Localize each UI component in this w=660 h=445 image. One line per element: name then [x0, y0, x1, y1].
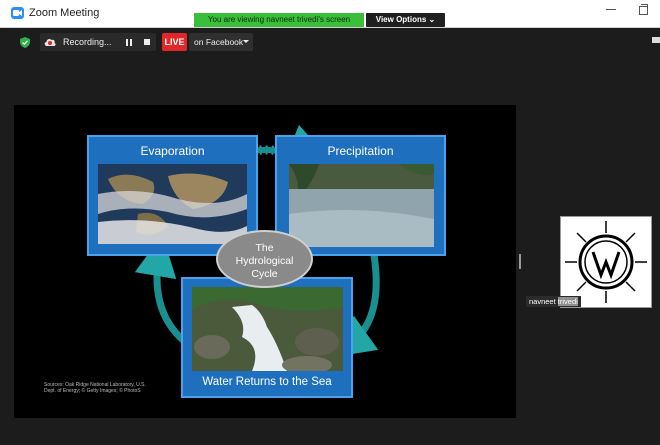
water-returns-title: Water Returns to the Sea: [202, 376, 332, 388]
sources-line-2: Dept. of Energy; © Getty Images; © Photo…: [44, 388, 141, 394]
shield-icon[interactable]: [20, 37, 30, 48]
earth-clouds-image: [98, 164, 247, 244]
viewing-screen-banner: You are viewing navneet trivedi's screen: [194, 13, 364, 27]
minimize-icon[interactable]: [606, 9, 616, 10]
hydrological-cycle-label: The Hydrological Cycle: [216, 230, 313, 288]
rain-image: [289, 164, 434, 247]
pause-recording-icon[interactable]: [126, 39, 133, 46]
evaporation-title: Evaporation: [140, 144, 205, 158]
participant-first-name: navneet: [529, 297, 556, 306]
precipitation-panel: Precipitation: [275, 135, 446, 256]
center-line-2: Hydrological: [235, 255, 294, 267]
live-badge: LIVE: [162, 33, 187, 51]
participant-name-label: navneet trivedi: [526, 296, 581, 307]
title-bar: Zoom Meeting You are viewing navneet tri…: [0, 0, 660, 28]
water-returns-panel: Water Returns to the Sea: [181, 277, 353, 398]
view-options-label: View Options: [375, 15, 427, 24]
cloud-record-icon: [44, 38, 56, 46]
stop-recording-icon[interactable]: [144, 39, 150, 45]
restore-window-icon[interactable]: [639, 4, 648, 15]
chevron-down-icon: ⌄: [428, 15, 436, 24]
precipitation-title: Precipitation: [327, 144, 394, 158]
stream-target-label: on Facebook: [194, 37, 244, 47]
sources-caption: Sources: Oak Ridge National Laboratory, …: [44, 382, 164, 394]
center-line-1: The: [255, 242, 274, 254]
waterfall-image: [192, 287, 343, 371]
recording-label: Recording...: [63, 37, 112, 47]
zoom-app-icon: [11, 7, 24, 19]
participant-logo-icon: [565, 221, 647, 303]
shared-screen: Evaporation Precipitation Water Returns …: [14, 105, 516, 418]
center-line-3: Cycle: [251, 268, 278, 280]
layout-icon[interactable]: [652, 37, 660, 43]
participant-video-tile[interactable]: [560, 216, 652, 308]
stream-chevron-down-icon: [243, 40, 249, 43]
view-options-button[interactable]: View Options ⌄: [366, 13, 445, 27]
panel-resize-handle[interactable]: [519, 254, 521, 269]
participant-last-name: trivedi: [557, 297, 578, 306]
window-title: Zoom Meeting: [29, 7, 100, 19]
